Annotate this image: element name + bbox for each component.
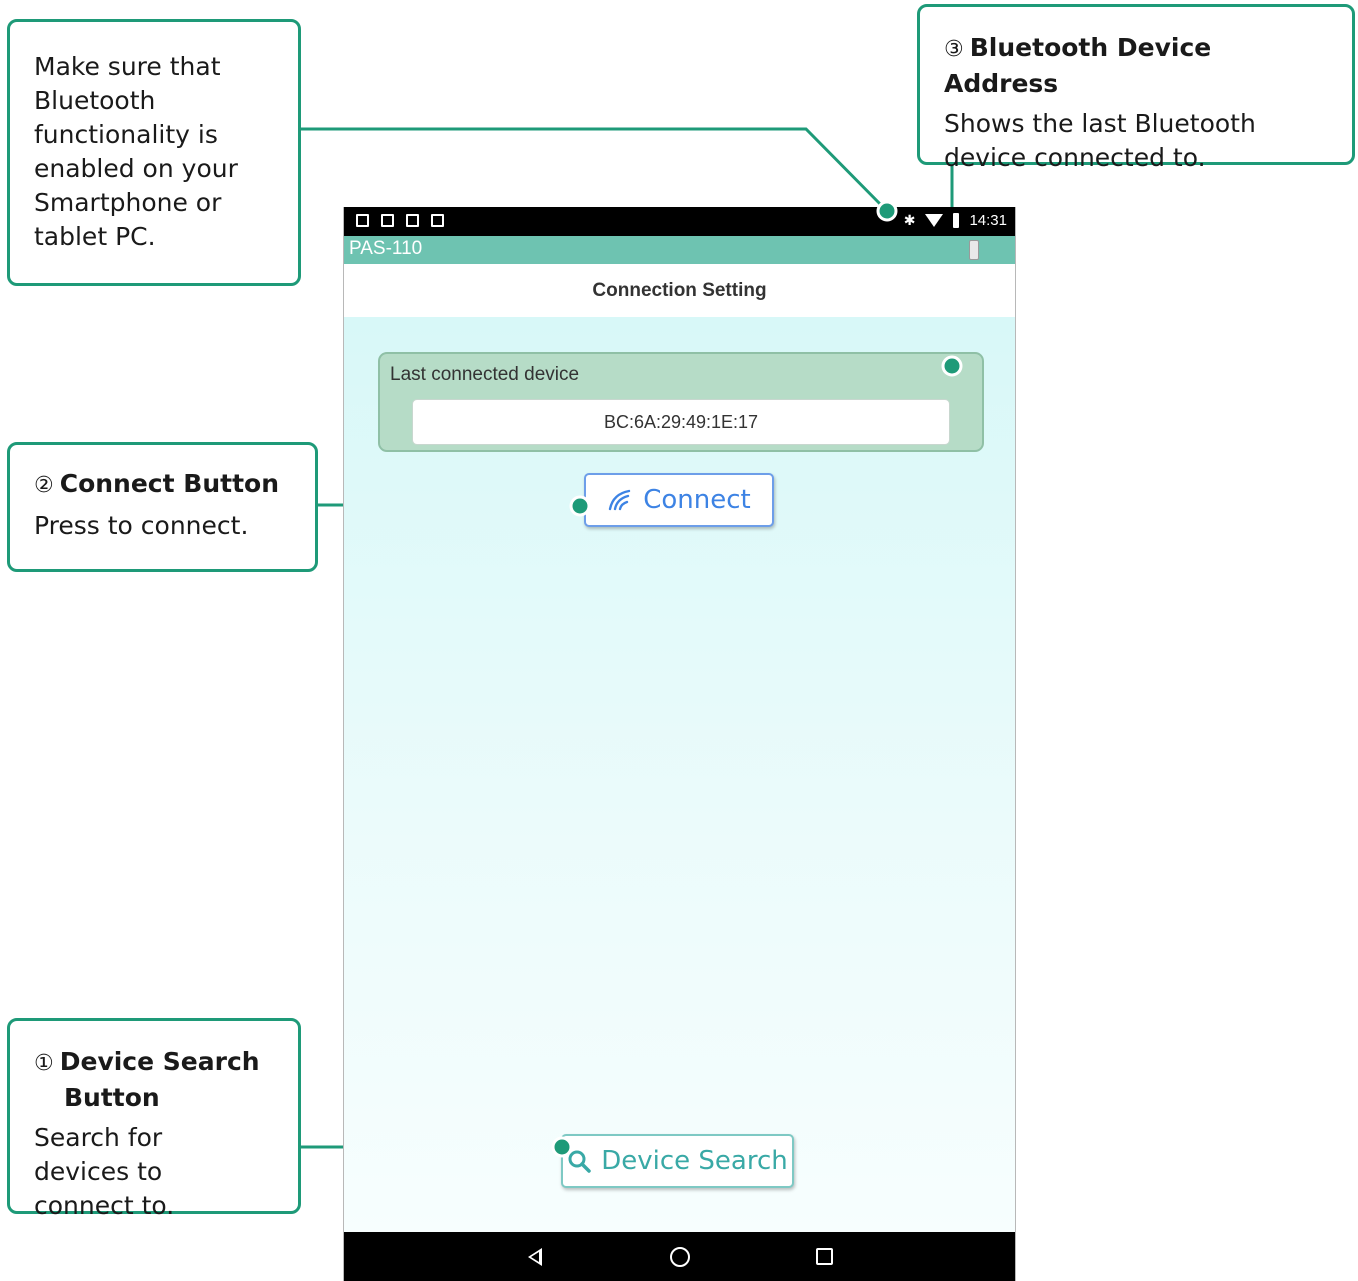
dot-status-bar bbox=[876, 200, 898, 222]
dot-address bbox=[941, 355, 963, 377]
dot-search bbox=[551, 1136, 573, 1158]
dot-connect bbox=[569, 495, 591, 517]
connector-dots bbox=[551, 200, 963, 1158]
